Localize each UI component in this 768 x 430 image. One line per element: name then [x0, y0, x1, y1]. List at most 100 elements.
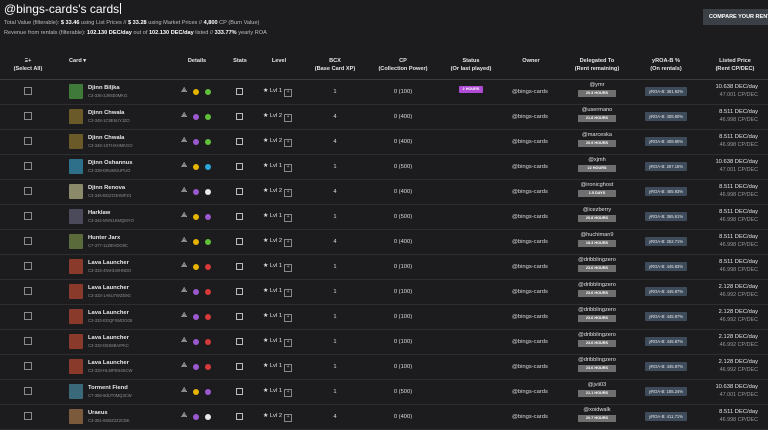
owner-name[interactable]: @bings-cards [512, 314, 548, 320]
renter-name[interactable]: @dribblingzero [573, 332, 621, 338]
stats-icon[interactable] [236, 138, 243, 145]
renter-name[interactable]: @xoidwalk [573, 407, 621, 413]
level-up-icon[interactable]: + [284, 339, 293, 347]
compare-rental-button[interactable]: COMPARE YOUR RENTAL [703, 9, 768, 25]
row-checkbox[interactable] [24, 87, 32, 95]
level-up-icon[interactable]: + [284, 139, 293, 147]
owner-header[interactable]: Owner [512, 57, 550, 65]
card-name[interactable]: Harklaw [88, 210, 110, 216]
stats-icon[interactable] [236, 188, 243, 195]
card-name[interactable]: Djinn Chwala [88, 135, 124, 141]
row-checkbox[interactable] [24, 337, 32, 345]
stats-icon[interactable] [236, 413, 243, 420]
owner-name[interactable]: @bings-cards [512, 239, 548, 245]
level-up-icon[interactable]: + [284, 314, 293, 322]
owner-name[interactable]: @bings-cards [512, 364, 548, 370]
level-up-icon[interactable]: + [284, 264, 293, 272]
owner-name[interactable]: @bings-cards [512, 214, 548, 220]
table-row[interactable]: Djinn Biljka C3-336-3J9SE0MKG ⟁ ★ Lvl 1 + 1 0 … [0, 80, 768, 105]
renter-name[interactable]: @huchiman9 [573, 232, 621, 238]
owner-name[interactable]: @bings-cards [512, 164, 548, 170]
level-up-icon[interactable]: + [284, 189, 293, 197]
level-up-icon[interactable]: + [284, 389, 293, 397]
row-checkbox[interactable] [24, 262, 32, 270]
row-checkbox[interactable] [24, 387, 32, 395]
row-checkbox[interactable] [24, 412, 32, 420]
level-header[interactable]: Level [264, 57, 294, 65]
owner-name[interactable]: @bings-cards [512, 114, 548, 120]
table-row[interactable]: Lava Launcher C3-333-1A6U7WZE9G ⟁ ★ Lvl 1 + 1… [0, 280, 768, 305]
row-checkbox[interactable] [24, 312, 32, 320]
stats-icon[interactable] [236, 213, 243, 220]
stats-icon[interactable] [236, 338, 243, 345]
card-name[interactable]: Torment Fiend [88, 385, 128, 391]
card-name[interactable]: Uraeus [88, 410, 108, 416]
owner-name[interactable]: @bings-cards [512, 414, 548, 420]
owner-name[interactable]: @bings-cards [512, 264, 548, 270]
table-row[interactable]: Djinn Renova C3-345-BGZO3HMFZ4 ⟁ ★ Lvl 2 + 4 0… [0, 180, 768, 205]
renter-name[interactable]: @dribblingzero [573, 357, 621, 363]
row-checkbox[interactable] [24, 237, 32, 245]
level-up-icon[interactable]: + [284, 289, 293, 297]
card-name[interactable]: Lava Launcher [88, 360, 129, 366]
bcx-header[interactable]: BCX (Base Card XP) [307, 57, 363, 73]
owner-name[interactable]: @bings-cards [512, 139, 548, 145]
renter-name[interactable]: @jvii03 [573, 382, 621, 388]
owner-name[interactable]: @bings-cards [512, 289, 548, 295]
card-header[interactable]: Card ▾ [69, 57, 86, 65]
level-up-icon[interactable]: + [284, 114, 293, 122]
owner-name[interactable]: @bings-cards [512, 389, 548, 395]
row-checkbox[interactable] [24, 187, 32, 195]
level-up-icon[interactable]: + [284, 164, 293, 172]
table-row[interactable]: Hunter Jarx C7-377-11Z8IVDG9C ⟁ ★ Lvl 2 + 4 0 … [0, 230, 768, 255]
card-name[interactable]: Lava Launcher [88, 335, 129, 341]
card-name[interactable]: Djinn Oshannus [88, 160, 132, 166]
row-checkbox[interactable] [24, 162, 32, 170]
stats-icon[interactable] [236, 388, 243, 395]
row-checkbox[interactable] [24, 287, 32, 295]
table-row[interactable]: Torment Fiend C7-356-9dUT0MQ3CW ⟁ ★ Lvl 1 + 1… [0, 380, 768, 405]
table-row[interactable]: Djinn Oshannus C3-339-D9UMGUPUO ⟁ ★ Lvl 1 + 1… [0, 155, 768, 180]
table-row[interactable]: Lava Launcher C3-333-4NIH1WHNDO ⟁ ★ Lvl 1 + 1… [0, 255, 768, 280]
delegated-header[interactable]: Delegated To (Rent remaining) [566, 57, 628, 73]
owner-name[interactable]: @bings-cards [512, 339, 548, 345]
card-name[interactable]: Djinn Biljka [88, 85, 120, 91]
table-row[interactable]: Djinn Chwala C3-348-1STHXHMKGO ⟁ ★ Lvl 2 + 4 0… [0, 130, 768, 155]
level-up-icon[interactable]: + [284, 239, 293, 247]
row-checkbox[interactable] [24, 112, 32, 120]
renter-name[interactable]: @ymr [573, 82, 621, 88]
card-name[interactable]: Djinn Renova [88, 185, 125, 191]
row-checkbox[interactable] [24, 137, 32, 145]
stats-icon[interactable] [236, 313, 243, 320]
card-name[interactable]: Djinn Chwala [88, 110, 124, 116]
stats-icon[interactable] [236, 113, 243, 120]
renter-name[interactable]: @ironicghost [573, 182, 621, 188]
listed-header[interactable]: Listed Price (Rent CP/DEC) [706, 57, 764, 73]
table-row[interactable]: Uraeus C3-351-66I0Z2Z2CBK ⟁ ★ Lvl 2 +4 0 (400… [0, 405, 768, 430]
table-row[interactable]: Lava Launcher C3-333-D6S8BAIPKC ⟁ ★ Lvl 1 + 1… [0, 330, 768, 355]
stats-icon[interactable] [236, 363, 243, 370]
level-up-icon[interactable]: + [284, 89, 293, 97]
owner-name[interactable]: @bings-cards [512, 189, 548, 195]
renter-name[interactable]: @dribblingzero [573, 307, 621, 313]
level-up-icon[interactable]: + [284, 214, 293, 222]
card-name[interactable]: Hunter Jarx [88, 235, 120, 241]
card-name[interactable]: Lava Launcher [88, 310, 129, 316]
card-name[interactable]: Lava Launcher [88, 285, 129, 291]
renter-name[interactable]: @marceska [573, 132, 621, 138]
owner-name[interactable]: @bings-cards [512, 89, 548, 95]
renter-name[interactable]: @usermano [573, 107, 621, 113]
table-row[interactable]: Harklaw C3-342-MVN1KMQMYO ⟁ ★ Lvl 1 + 1 0 (500… [0, 205, 768, 230]
renter-name[interactable]: @icezberry [573, 207, 621, 213]
status-header[interactable]: Status (Or last played) [440, 57, 502, 73]
row-checkbox[interactable] [24, 362, 32, 370]
stats-icon[interactable] [236, 88, 243, 95]
table-row[interactable]: Lava Launcher C3-333-HLMFEN4SCW ⟁ ★ Lvl 1 + 1… [0, 355, 768, 380]
select-all-header[interactable]: Ξ+ (Select All) [12, 57, 44, 73]
table-row[interactable]: Lava Launcher C3-333-EDQFSMOG08 ⟁ ★ Lvl 1 + 1… [0, 305, 768, 330]
card-name[interactable]: Lava Launcher [88, 260, 129, 266]
stats-icon[interactable] [236, 163, 243, 170]
renter-name[interactable]: @xjmh [573, 157, 621, 163]
yroa-header[interactable]: yROA-B % (On rentals) [640, 57, 692, 73]
renter-name[interactable]: @dribblingzero [573, 282, 621, 288]
